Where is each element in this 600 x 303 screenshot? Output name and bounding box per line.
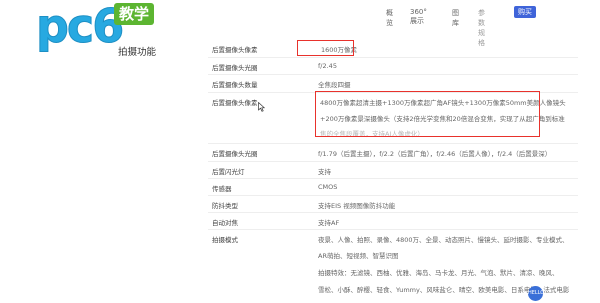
logo-badge: 教学 — [114, 3, 155, 25]
logo-text: pc6 — [35, 0, 124, 54]
spec-label: 后置摄像头数量 — [212, 81, 258, 89]
nav-specs[interactable]: 参数规格 — [478, 8, 485, 48]
spec-value: 支持AF — [318, 219, 340, 227]
nav-overview[interactable]: 概览 — [386, 8, 393, 28]
spec-label: 后置摄像头像素 — [212, 99, 258, 107]
spec-label: 后置摄像头光圈 — [212, 150, 258, 158]
spec-label: 后置摄像头光圈 — [212, 64, 258, 72]
nav-360-view[interactable]: 360°展示 — [410, 8, 427, 26]
spec-label: 后置闪光灯 — [212, 168, 245, 176]
highlight-box-camera-details — [315, 91, 540, 137]
spec-value: f/1.79（后置主摄），f/2.2（后置广角），f/2.46（后置人像），f/… — [318, 150, 552, 158]
spec-value: 拍摄特效：无滤镜、西柚、优雅、海岛、马卡龙、月光、气泡、默片、清凉、晚风、 — [318, 269, 559, 277]
buy-button[interactable]: 购买 — [514, 6, 536, 18]
spec-value: 支持 — [318, 168, 331, 176]
spec-value: 全焦段四摄 — [318, 81, 351, 89]
divider — [208, 161, 578, 162]
divider — [208, 212, 578, 213]
divider — [208, 195, 578, 196]
divider — [208, 143, 578, 144]
spec-label: 传感器 — [212, 185, 232, 193]
section-title: 拍摄功能 — [118, 47, 157, 58]
pc6-logo[interactable]: pc6 教学 — [10, 0, 188, 56]
nav-gallery[interactable]: 图库 — [452, 8, 459, 28]
spec-value: 支持EIS 视频图像防抖功能 — [318, 202, 396, 210]
highlight-box-pixels — [297, 40, 354, 56]
spec-value: CMOS — [318, 183, 338, 191]
spec-value: AR萌拍、短视频、智慧识图 — [318, 252, 399, 260]
spec-label: 拍摄模式 — [212, 236, 238, 244]
spec-label: 防抖类型 — [212, 202, 238, 210]
divider — [208, 57, 578, 58]
divider — [208, 178, 578, 179]
floating-action-button[interactable]: HELLO — [528, 286, 544, 301]
divider — [208, 74, 578, 75]
spec-value: f/2.45 — [318, 62, 337, 70]
spec-label: 自动对焦 — [212, 219, 238, 227]
mouse-cursor-icon — [258, 102, 265, 112]
spec-label: 后置摄像头像素 — [212, 46, 258, 54]
spec-value: 夜景、人像、拍照、录像、4800万、全景、动态照片、慢镜头、延时摄影、专业模式、 — [318, 236, 569, 244]
divider — [208, 229, 578, 230]
